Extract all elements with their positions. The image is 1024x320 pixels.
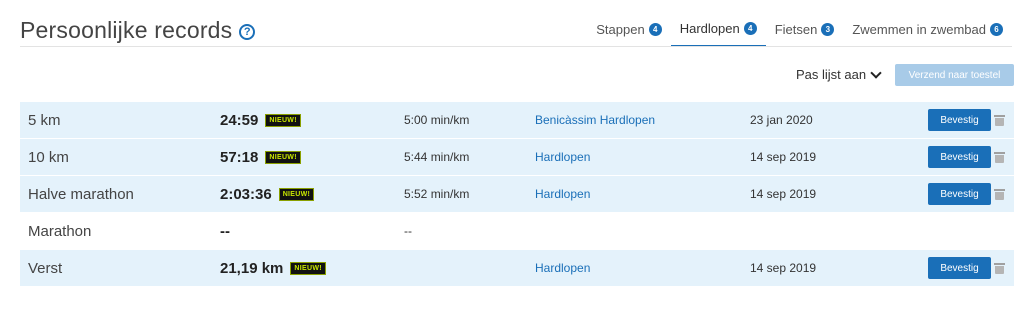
records-table: 5 km 24:59 NIEUW! 5:00 min/km Benicàssim… (20, 102, 1014, 287)
record-activity-link[interactable]: Hardlopen (535, 250, 590, 286)
confirm-button[interactable]: Bevestig (928, 257, 991, 279)
record-name: Marathon (28, 222, 92, 240)
tab-zwemmen[interactable]: Zwemmen in zwembad 6 (843, 12, 1012, 47)
customize-list-label: Pas lijst aan (796, 67, 867, 82)
confirm-cell: Bevestig (928, 139, 991, 175)
tab-label: Fietsen (774, 22, 818, 37)
confirm-button[interactable]: Bevestig (928, 146, 991, 168)
new-badge: NIEUW! (290, 261, 326, 275)
trash-icon[interactable] (994, 152, 1005, 163)
record-date: 14 sep 2019 (750, 187, 817, 201)
send-to-device-button[interactable]: Verzend naar toestel (895, 64, 1014, 86)
help-icon[interactable]: ? (239, 24, 256, 40)
record-row-5km: 5 km 24:59 NIEUW! 5:00 min/km Benicàssim… (20, 102, 1014, 139)
count-badge: 6 (990, 23, 1003, 36)
record-row-farthest: Verst 21,19 km NIEUW! Hardlopen 14 sep 2… (20, 250, 1014, 287)
tab-label: Zwemmen in zwembad (852, 22, 986, 37)
record-activity-link[interactable]: Hardlopen (535, 139, 590, 175)
confirm-cell: Bevestig (928, 176, 991, 212)
record-name: Verst (28, 259, 63, 277)
record-pace: 5:52 min/km (404, 187, 470, 201)
record-activity-link[interactable]: Hardlopen (535, 176, 590, 212)
confirm-cell: Bevestig (928, 250, 991, 286)
new-badge: NIEUW! (278, 187, 315, 201)
record-value-cell: 21,19 km NIEUW! (220, 250, 326, 286)
count-badge: 3 (821, 23, 835, 36)
record-value-cell: 24:59 NIEUW! (220, 102, 301, 138)
record-value: 24:59 (220, 111, 259, 129)
confirm-button[interactable]: Bevestig (928, 183, 991, 205)
tab-stappen[interactable]: Stappen 4 (587, 12, 670, 47)
record-date: 23 jan 2020 (750, 113, 813, 127)
tab-fietsen[interactable]: Fietsen 3 (766, 12, 844, 47)
record-name: Halve marathon (28, 185, 134, 203)
record-name: 10 km (28, 148, 69, 166)
customize-list-dropdown[interactable]: Pas lijst aan (796, 66, 882, 82)
record-value: 2:03:36 (220, 185, 272, 203)
trash-icon[interactable] (994, 115, 1005, 126)
header-divider (20, 46, 1012, 47)
new-badge: NIEUW! (265, 113, 301, 127)
record-value: 21,19 km (220, 259, 284, 277)
record-date: 14 sep 2019 (750, 150, 817, 164)
page-title-text: Persoonlijke records (20, 17, 233, 43)
tab-bar: Stappen 4 Hardlopen 4 Fietsen 3 Zwemmen … (587, 12, 1012, 47)
record-value-cell: 57:18 NIEUW! (220, 139, 301, 175)
confirm-cell: Bevestig (928, 102, 991, 138)
tab-label: Stappen (596, 22, 645, 37)
record-date: 14 sep 2019 (750, 261, 817, 275)
record-value-cell: 2:03:36 NIEUW! (220, 176, 315, 212)
count-badge: 4 (743, 22, 757, 35)
page-title: Persoonlijke records ? (20, 17, 256, 44)
confirm-button[interactable]: Bevestig (928, 109, 991, 131)
new-badge: NIEUW! (265, 150, 301, 164)
chevron-down-icon (870, 66, 882, 79)
record-name: 5 km (28, 111, 61, 129)
record-pace: -- (404, 224, 412, 238)
record-value: 57:18 (220, 148, 259, 166)
record-value: -- (220, 222, 230, 240)
record-activity-link[interactable]: Benicàssim Hardlopen (535, 102, 655, 138)
tab-hardlopen[interactable]: Hardlopen 4 (670, 12, 766, 47)
count-badge: 4 (648, 23, 662, 36)
record-value-cell: -- (220, 213, 230, 249)
tab-label: Hardlopen (679, 21, 740, 36)
record-row-marathon: Marathon -- -- (20, 213, 1014, 250)
record-row-10km: 10 km 57:18 NIEUW! 5:44 min/km Hardlopen… (20, 139, 1014, 176)
record-pace: 5:00 min/km (404, 113, 470, 127)
record-pace: 5:44 min/km (404, 150, 470, 164)
trash-icon[interactable] (994, 263, 1005, 274)
trash-icon[interactable] (994, 189, 1005, 200)
record-row-half-marathon: Halve marathon 2:03:36 NIEUW! 5:52 min/k… (20, 176, 1014, 213)
